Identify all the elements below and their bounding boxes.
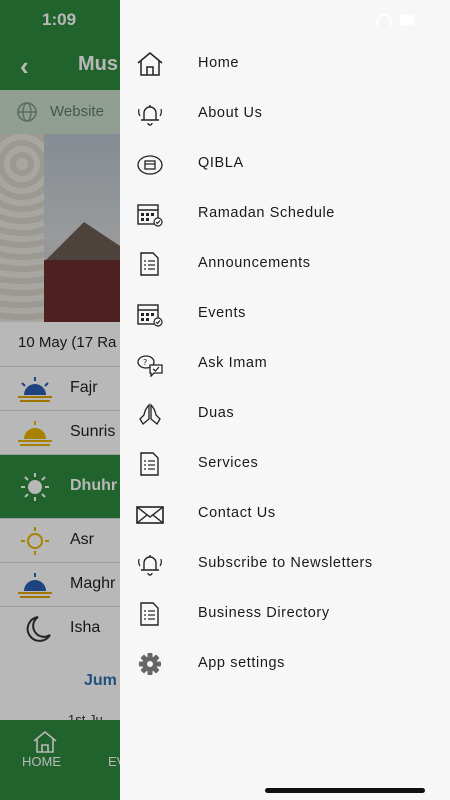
menu-item-home[interactable]: Home [120,39,450,89]
wifi-icon [376,14,392,26]
menu-label: Home [198,55,240,71]
praying-hands-icon [139,403,161,425]
calendar-icon [137,204,163,227]
checklist-icon [140,452,159,476]
status-indicators [376,14,416,26]
home-icon [137,52,163,76]
menu-item-duas[interactable]: Duas [120,389,450,439]
menu-item-announcements[interactable]: Announcements [120,239,450,289]
qibla-icon [137,155,163,175]
menu-label: App settings [198,655,285,671]
navigation-drawer: Home About Us QIBLA Ramadan Schedule Ann… [120,0,450,800]
home-indicator[interactable] [265,788,425,793]
menu-label: Contact Us [198,505,276,521]
svg-text:?: ? [143,358,147,367]
menu-label: Subscribe to Newsletters [198,555,373,571]
menu-label: Services [198,455,259,471]
menu-label: Duas [198,405,235,421]
menu-label: Ramadan Schedule [198,205,335,221]
menu-label: Business Directory [198,605,330,621]
menu-item-about-us[interactable]: About Us [120,89,450,139]
bell-icon [138,555,162,576]
gear-icon [139,653,161,675]
menu-item-app-settings[interactable]: App settings [120,639,450,689]
checklist-icon [140,252,159,276]
menu-item-services[interactable]: Services [120,439,450,489]
menu-item-ramadan-schedule[interactable]: Ramadan Schedule [120,189,450,239]
envelope-icon [136,506,164,524]
bell-icon [138,105,162,126]
menu-label: Announcements [198,255,311,271]
menu-item-contact-us[interactable]: Contact Us [120,489,450,539]
menu-item-events[interactable]: Events [120,289,450,339]
checklist-icon [140,602,159,626]
menu-item-business-directory[interactable]: Business Directory [120,589,450,639]
menu-item-subscribe-newsletters[interactable]: Subscribe to Newsletters [120,539,450,589]
battery-icon [400,15,414,25]
menu-label: Events [198,305,246,321]
menu-item-ask-imam[interactable]: ? Ask Imam [120,339,450,389]
calendar-icon [137,304,163,327]
menu-label: QIBLA [198,155,244,171]
chat-bubbles-icon: ? [137,355,163,377]
menu-label: About Us [198,105,263,121]
menu-item-qibla[interactable]: QIBLA [120,139,450,189]
menu-label: Ask Imam [198,355,268,371]
